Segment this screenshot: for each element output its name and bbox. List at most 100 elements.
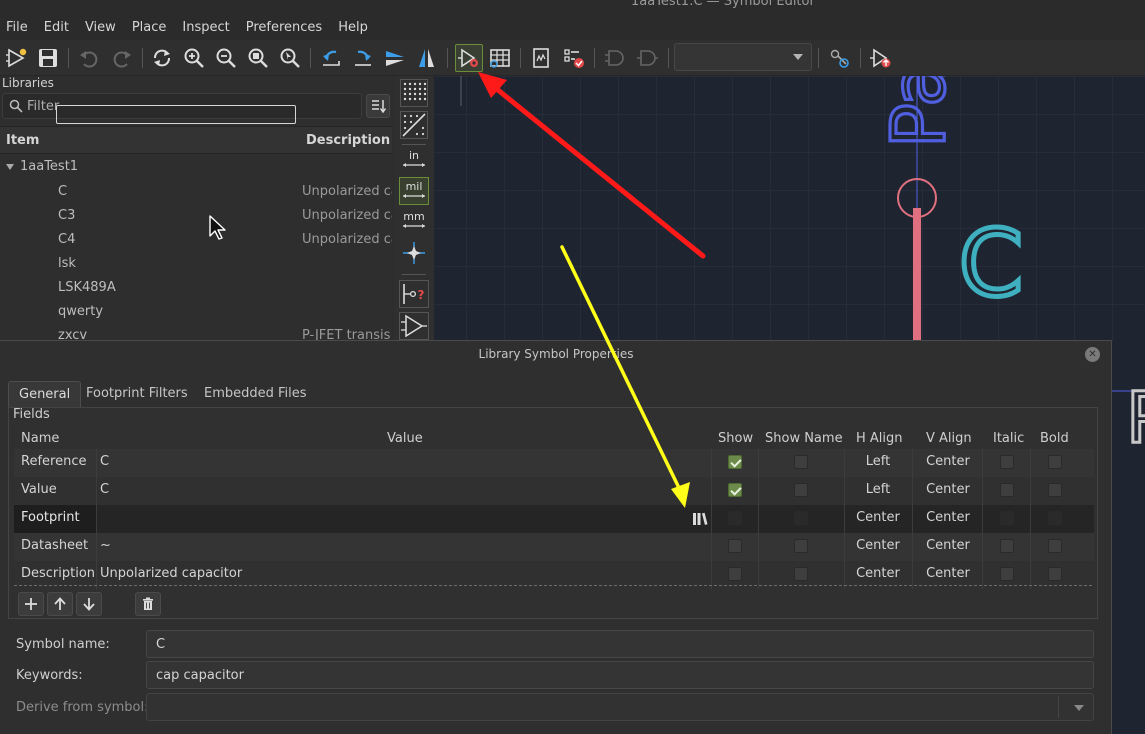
v-align-cell[interactable]: Center — [918, 454, 978, 469]
v-align-cell[interactable]: Center — [918, 566, 978, 581]
italic-checkbox[interactable] — [1000, 455, 1014, 469]
symbol-properties-icon[interactable] — [455, 44, 483, 72]
show-checkbox[interactable] — [728, 567, 742, 581]
col-description[interactable]: Description — [306, 133, 390, 148]
cursor-crosshair-icon[interactable] — [398, 238, 430, 268]
bold-checkbox[interactable] — [1048, 539, 1062, 553]
save-icon[interactable] — [35, 45, 61, 71]
v-align-cell[interactable]: Center — [918, 482, 978, 497]
highlight-net-icon[interactable] — [826, 45, 852, 71]
menu-view[interactable]: View — [79, 20, 126, 35]
col-item[interactable]: Item — [6, 133, 39, 148]
h-align-cell[interactable]: Left — [852, 482, 904, 497]
delete-field-button[interactable] — [135, 592, 161, 616]
mirror-vertical-icon[interactable] — [382, 45, 408, 71]
move-up-button[interactable] — [47, 592, 73, 616]
table-row[interactable]: Value C Left Center — [14, 477, 1094, 505]
symbol-checker-icon[interactable] — [561, 45, 587, 71]
field-value[interactable]: C — [100, 482, 109, 497]
menu-help[interactable]: Help — [332, 20, 378, 35]
show-checkbox[interactable] — [728, 511, 742, 525]
add-field-button[interactable] — [18, 592, 44, 616]
units-mils-button[interactable]: mil — [398, 176, 430, 206]
tree-item-lsk[interactable]: lsk — [0, 252, 392, 276]
grid-dots-icon[interactable] — [398, 78, 430, 108]
close-icon[interactable]: ✕ — [1085, 347, 1100, 362]
keywords-input[interactable] — [146, 661, 1094, 689]
rotate-cw-icon[interactable] — [350, 45, 376, 71]
h-align-cell[interactable]: Center — [844, 538, 912, 553]
italic-checkbox[interactable] — [1000, 539, 1014, 553]
italic-checkbox[interactable] — [1000, 567, 1014, 581]
field-value[interactable]: ~ — [100, 538, 111, 553]
value-field-text[interactable]: C — [956, 208, 1025, 320]
italic-checkbox[interactable] — [1000, 483, 1014, 497]
menu-inspect[interactable]: Inspect — [176, 20, 239, 35]
field-value[interactable]: C — [100, 454, 109, 469]
tab-general[interactable]: General — [8, 381, 82, 407]
show-name-checkbox[interactable] — [794, 511, 808, 525]
reference-field-text[interactable]: Pa — [874, 76, 963, 150]
symbol-canvas[interactable]: Pa C — [434, 76, 1145, 342]
footprint-library-browser-icon[interactable] — [692, 511, 708, 527]
refresh-icon[interactable] — [149, 45, 175, 71]
show-checkbox[interactable] — [728, 483, 742, 497]
show-name-checkbox[interactable] — [794, 567, 808, 581]
table-row-footprint[interactable]: Footprint Center Center — [14, 505, 1094, 533]
table-row[interactable]: Datasheet ~ Center Center — [14, 533, 1094, 561]
show-checkbox[interactable] — [728, 455, 742, 469]
table-row[interactable]: Reference C Left Center — [14, 449, 1094, 477]
unit-previous-icon[interactable] — [602, 45, 628, 71]
show-name-checkbox[interactable] — [794, 483, 808, 497]
h-align-cell[interactable]: Center — [844, 566, 912, 581]
tab-embedded-files[interactable]: Embedded Files — [194, 381, 317, 407]
bold-checkbox[interactable] — [1048, 567, 1062, 581]
tab-footprint-filters[interactable]: Footprint Filters — [76, 381, 198, 407]
field-value[interactable]: Unpolarized capacitor — [100, 566, 242, 581]
datasheet-icon[interactable] — [528, 45, 554, 71]
show-checkbox[interactable] — [728, 539, 742, 553]
sort-button[interactable] — [366, 94, 390, 118]
zoom-object-icon[interactable] — [277, 45, 303, 71]
new-symbol-icon[interactable] — [4, 45, 30, 71]
v-align-cell[interactable]: Center — [918, 510, 978, 525]
show-name-checkbox[interactable] — [794, 455, 808, 469]
mirror-horizontal-icon[interactable] — [414, 45, 440, 71]
menu-file[interactable]: File — [0, 20, 38, 35]
pin-electrical-type-icon[interactable]: ? — [398, 279, 430, 309]
menu-edit[interactable]: Edit — [38, 20, 79, 35]
h-align-cell[interactable]: Left — [852, 454, 904, 469]
update-symbol-icon[interactable] — [868, 45, 894, 71]
zoom-in-icon[interactable] — [181, 45, 207, 71]
tree-item-qwerty[interactable]: qwerty — [0, 300, 392, 324]
bold-checkbox[interactable] — [1048, 483, 1062, 497]
unit-select[interactable] — [674, 43, 812, 71]
bold-checkbox[interactable] — [1048, 455, 1062, 469]
tree-item-c[interactable]: C Unpolarized ca — [0, 180, 392, 204]
tree-item-lsk489a[interactable]: LSK489A — [0, 276, 392, 300]
menu-preferences[interactable]: Preferences — [240, 20, 332, 35]
units-mm-button[interactable]: mm — [398, 206, 430, 236]
grid-override-icon[interactable] — [398, 110, 430, 140]
rotate-ccw-icon[interactable] — [318, 45, 344, 71]
h-align-cell[interactable]: Center — [844, 510, 912, 525]
zoom-fit-icon[interactable] — [245, 45, 271, 71]
expand-icon[interactable] — [6, 163, 14, 170]
redo-icon[interactable] — [109, 45, 135, 71]
unit-next-icon[interactable] — [634, 45, 660, 71]
tree-item-c4[interactable]: C4 Unpolarized ca — [0, 228, 392, 252]
undo-icon[interactable] — [76, 45, 102, 71]
bold-checkbox[interactable] — [1048, 511, 1062, 525]
tree-library-row[interactable]: 1aaTest1 — [0, 156, 392, 180]
units-inches-button[interactable]: in — [398, 146, 430, 176]
v-align-cell[interactable]: Center — [918, 538, 978, 553]
tree-item-c3[interactable]: C3 Unpolarized ca — [0, 204, 392, 228]
derive-from-symbol-select[interactable] — [146, 693, 1094, 721]
zoom-out-icon[interactable] — [213, 45, 239, 71]
pin-table-icon[interactable] — [487, 45, 513, 71]
italic-checkbox[interactable] — [1000, 511, 1014, 525]
hierarchy-navigator-icon[interactable] — [398, 311, 430, 341]
symbol-name-input[interactable] — [146, 630, 1094, 658]
move-down-button[interactable] — [76, 592, 102, 616]
show-name-checkbox[interactable] — [794, 539, 808, 553]
